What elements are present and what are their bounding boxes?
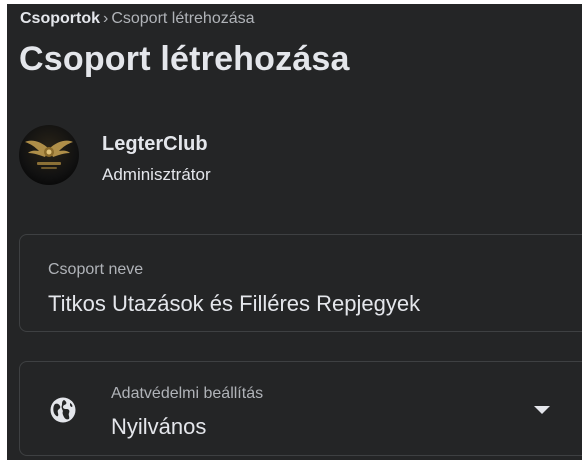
group-owner: LegterClub Adminisztrátor [19,125,419,185]
avatar [19,125,79,185]
breadcrumb-link-groups[interactable]: Csoportok [20,10,100,27]
group-name-input[interactable]: Titkos Utazások és Filléres Repjegyek [48,291,420,317]
privacy-select[interactable]: Adatvédelmi beállítás Nyilvános [19,361,582,456]
breadcrumb-separator: › [103,10,109,27]
privacy-value: Nyilvános [111,414,207,439]
group-name-field[interactable]: Csoport neve Titkos Utazások és Filléres… [19,234,582,332]
owner-role: Adminisztrátor [102,165,211,184]
legterclub-logo-icon [25,140,73,169]
breadcrumb-current: Csoport létrehozása [111,10,255,27]
owner-name: LegterClub [102,133,208,155]
page-title: Csoport létrehozása [19,40,350,78]
breadcrumb: Csoportok › Csoport létrehozása [20,10,255,28]
globe-icon [50,397,76,423]
group-name-label: Csoport neve [48,261,144,278]
chevron-down-icon [534,406,550,414]
create-group-panel: Csoportok › Csoport létrehozása Csoport lé… [7,4,582,460]
privacy-label: Adatvédelmi beállítás [111,385,264,402]
